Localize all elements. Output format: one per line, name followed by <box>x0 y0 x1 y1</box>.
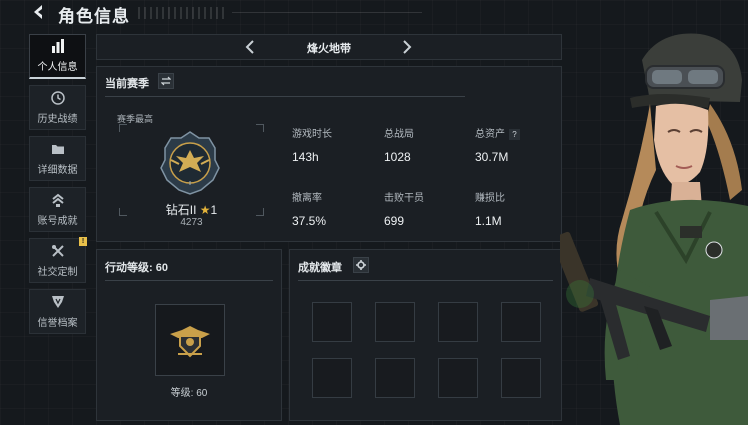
stat-label: 总战局 <box>384 129 414 140</box>
achievement-slot[interactable] <box>438 358 478 398</box>
sidebar-item-label: 历史战绩 <box>37 114 78 125</box>
notification-badge: ! <box>79 237 87 246</box>
stat-operators-defeated: 击败干员 699 <box>384 189 424 230</box>
level-badge <box>155 304 225 376</box>
stat-label: 撤离率 <box>292 193 322 204</box>
achievement-settings-button[interactable] <box>353 257 369 273</box>
bar-chart-icon <box>50 38 66 54</box>
rank-name: 钻石II ★1 <box>119 201 264 218</box>
stat-profit-loss: 赚损比 1.1M <box>475 189 505 230</box>
stat-label: 游戏时长 <box>292 129 332 140</box>
achievements-title: 成就徽章 <box>298 262 342 274</box>
stat-value: 143h <box>292 150 319 164</box>
operator-character-portrait <box>560 33 748 425</box>
sidebar-item-personal-info[interactable]: 个人信息 <box>29 34 86 79</box>
achievement-slot[interactable] <box>312 302 352 342</box>
sidebar-item-details[interactable]: 详细数据 <box>29 136 86 181</box>
back-button[interactable] <box>30 3 48 21</box>
stat-label: 赚损比 <box>475 193 505 204</box>
help-button[interactable]: ? <box>509 129 520 140</box>
sidebar-item-label: 个人信息 <box>37 62 78 73</box>
clock-icon <box>50 90 66 106</box>
stat-label: 击败干员 <box>384 193 424 204</box>
stat-total-matches: 总战局 1028 <box>384 125 414 166</box>
chevron-right-icon <box>403 40 412 54</box>
rank-score: 4273 <box>180 217 203 228</box>
level-panel: 行动等级: 60 等级: 60 <box>96 249 282 421</box>
achievements-panel: 成就徽章 <box>289 249 562 421</box>
stat-label: 总资产 <box>475 129 505 140</box>
winged-emblem-icon <box>170 326 210 358</box>
map-selector: 烽火地带 <box>96 34 562 60</box>
stat-value: 30.7M <box>475 150 509 164</box>
sidebar-item-reputation[interactable]: 信誉档案 <box>29 289 86 334</box>
gear-icon <box>356 260 366 270</box>
rank-tier: 钻石II <box>165 203 197 217</box>
header-divider <box>232 12 422 13</box>
achievement-slot[interactable] <box>375 358 415 398</box>
sidebar-item-label: 账号成就 <box>37 216 78 227</box>
shield-icon <box>50 294 66 310</box>
section-divider <box>298 280 553 281</box>
sidebar-item-achievements[interactable]: 账号成就 <box>29 187 86 232</box>
achievement-slot[interactable] <box>501 358 541 398</box>
stat-play-time: 游戏时长 143h <box>292 125 332 166</box>
next-map-button[interactable] <box>397 38 415 56</box>
sidebar-item-label: 详细数据 <box>37 165 78 176</box>
season-panel: 当前赛季 赛季最高 II 钻石II ★1 4273 游戏时长 143h 总战局 … <box>96 66 562 242</box>
rank-info: 钻石II ★1 4273 <box>119 67 264 243</box>
sidebar-item-history[interactable]: 历史战绩 <box>29 85 86 130</box>
rank-stars: 1 <box>210 203 218 217</box>
section-divider <box>105 280 273 281</box>
folder-icon <box>50 141 66 157</box>
star-icon: ★ <box>199 203 211 217</box>
level-title: 行动等级: 60 <box>105 262 168 274</box>
achievement-slot[interactable] <box>438 302 478 342</box>
sidebar-item-label: 社交定制 <box>37 267 78 278</box>
stat-extraction-rate: 撤离率 37.5% <box>292 189 326 230</box>
stat-value: 1028 <box>384 150 411 164</box>
back-arrow-icon <box>34 5 42 19</box>
achievement-slot[interactable] <box>375 302 415 342</box>
stat-value: 1.1M <box>475 214 502 228</box>
level-text: 等级: 60 <box>170 388 208 399</box>
stat-total-assets: 总资产? 30.7M <box>475 125 520 166</box>
header-decoration <box>138 7 228 19</box>
achievement-slot[interactable] <box>312 358 352 398</box>
stat-value: 37.5% <box>292 214 327 228</box>
sidebar-item-social[interactable]: ! 社交定制 <box>29 237 87 283</box>
sidebar-item-label: 信誉档案 <box>37 318 78 329</box>
tools-icon <box>50 243 66 259</box>
page-title: 角色信息 <box>58 7 130 26</box>
achievement-slot[interactable] <box>501 302 541 342</box>
sidebar: 个人信息 历史战绩 详细数据 账号成就 ! 社交定制 信誉档案 <box>29 34 87 340</box>
map-name: 烽火地带 <box>307 43 351 55</box>
stat-label-row: 总资产? <box>475 125 520 140</box>
stat-value: 699 <box>384 214 405 228</box>
chevrons-icon <box>50 192 66 208</box>
